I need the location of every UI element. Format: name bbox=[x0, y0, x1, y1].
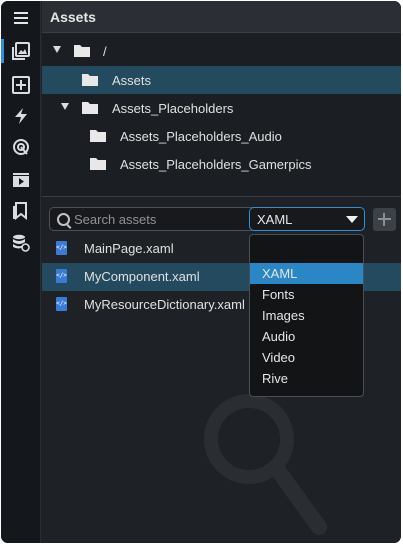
file-label: MainPage.xaml bbox=[84, 241, 174, 256]
assets-rail-button[interactable] bbox=[1, 37, 41, 65]
file-label: MyComponent.xaml bbox=[84, 269, 200, 284]
chevron-down-icon[interactable] bbox=[61, 103, 69, 110]
tree-item-placeholders-gamerpics[interactable]: Assets_Placeholders_Gamerpics bbox=[42, 150, 401, 178]
caret-down-icon bbox=[346, 216, 358, 223]
bookmarks-icon bbox=[13, 202, 27, 220]
menu-icon bbox=[14, 12, 28, 24]
dropdown-option-label: Audio bbox=[262, 329, 296, 344]
assets-icon bbox=[12, 42, 30, 60]
panel-header: Assets bbox=[42, 1, 401, 33]
dropdown-option-video[interactable]: Video bbox=[250, 347, 363, 368]
add-panel-rail-button[interactable] bbox=[1, 71, 41, 99]
xaml-file-icon bbox=[56, 269, 67, 283]
dropdown-option-rive[interactable]: Rive bbox=[250, 368, 363, 389]
tree-item-root[interactable]: / bbox=[42, 37, 401, 65]
menu-button[interactable] bbox=[1, 4, 41, 32]
search-input[interactable] bbox=[74, 211, 274, 227]
type-filter-dropdown: XAML Fonts Images Audio Video Rive bbox=[249, 234, 364, 397]
folder-icon bbox=[82, 102, 98, 114]
folder-icon bbox=[90, 130, 106, 142]
dropdown-option-audio[interactable]: Audio bbox=[250, 326, 363, 347]
tree-item-label: Assets bbox=[112, 73, 152, 88]
dropdown-option-label: Video bbox=[262, 350, 296, 365]
folder-icon bbox=[74, 45, 90, 57]
media-rail-button[interactable] bbox=[1, 166, 41, 194]
dropdown-option-label: Rive bbox=[262, 371, 289, 386]
media-icon bbox=[13, 173, 29, 187]
target-icon bbox=[13, 139, 29, 155]
xaml-file-icon bbox=[56, 297, 67, 311]
add-panel-icon bbox=[12, 76, 30, 94]
tree-item-placeholders-audio[interactable]: Assets_Placeholders_Audio bbox=[42, 122, 401, 150]
file-label: MyResourceDictionary.xaml bbox=[84, 297, 245, 312]
search-icon bbox=[57, 213, 70, 226]
folder-icon bbox=[82, 74, 98, 86]
database-link-rail-button[interactable] bbox=[1, 229, 41, 257]
assets-window: Assets / Assets Assets_Placeholders Asse… bbox=[1, 1, 401, 543]
icon-rail bbox=[1, 1, 41, 543]
database-link-icon bbox=[13, 234, 30, 252]
xaml-file-icon bbox=[56, 241, 67, 255]
dropdown-option-label: Fonts bbox=[262, 287, 295, 302]
tree-item-assets[interactable]: Assets bbox=[42, 66, 401, 94]
dropdown-option-images[interactable]: Images bbox=[250, 305, 363, 326]
dropdown-option-xaml[interactable]: XAML bbox=[250, 263, 363, 284]
dropdown-option-label: Images bbox=[262, 308, 305, 323]
dropdown-option-empty[interactable] bbox=[250, 242, 363, 263]
lightning-rail-button[interactable] bbox=[1, 102, 41, 130]
target-rail-button[interactable] bbox=[1, 133, 41, 161]
dropdown-option-label: XAML bbox=[262, 266, 298, 281]
bookmarks-rail-button[interactable] bbox=[1, 197, 41, 225]
dropdown-option-fonts[interactable]: Fonts bbox=[250, 284, 363, 305]
tree-item-assets-placeholders[interactable]: Assets_Placeholders bbox=[42, 94, 401, 122]
lightning-icon bbox=[15, 108, 27, 124]
search-watermark-icon bbox=[204, 394, 327, 535]
chevron-down-icon[interactable] bbox=[53, 46, 61, 53]
panel-title: Assets bbox=[50, 9, 96, 25]
folder-icon bbox=[90, 158, 106, 170]
type-filter-select[interactable]: XAML bbox=[249, 207, 365, 231]
tree-item-label: Assets_Placeholders_Gamerpics bbox=[120, 157, 312, 172]
tree-item-label: Assets_Placeholders bbox=[112, 101, 234, 116]
tree-item-label: / bbox=[103, 44, 107, 59]
folder-tree: / Assets Assets_Placeholders Assets_Plac… bbox=[42, 34, 401, 197]
type-filter-value: XAML bbox=[257, 212, 293, 227]
add-asset-button[interactable] bbox=[373, 208, 396, 231]
tree-item-label: Assets_Placeholders_Audio bbox=[120, 129, 282, 144]
